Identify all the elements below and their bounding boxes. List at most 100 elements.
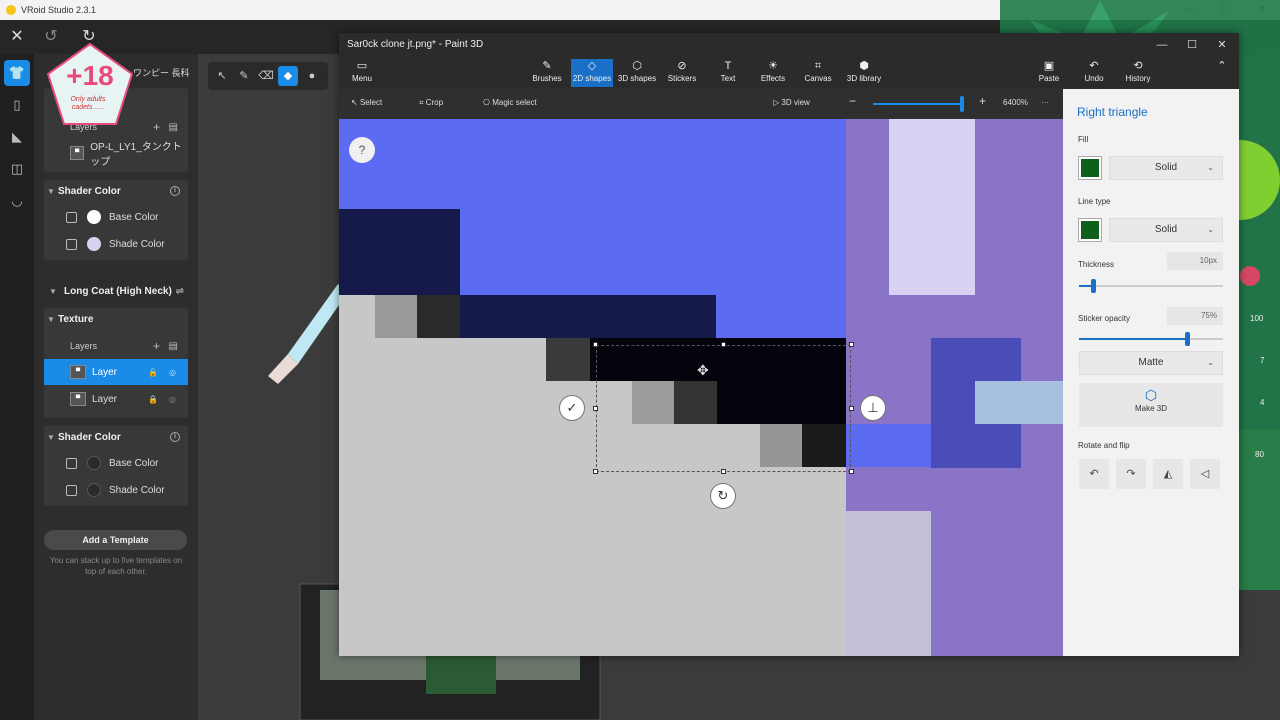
flip-horizontal-icon[interactable]: ◁ xyxy=(1190,459,1220,489)
thickness-input[interactable]: 10px xyxy=(1167,252,1223,270)
fill-dropdown[interactable]: Solid ⌄ xyxy=(1109,156,1223,180)
make-3d-button[interactable]: ⬡ Make 3D xyxy=(1079,383,1223,427)
base-color-checkbox[interactable] xyxy=(66,211,77,223)
add-layer-icon[interactable]: + xyxy=(153,339,160,353)
resize-handle[interactable] xyxy=(593,469,598,474)
maximize-icon[interactable]: ☐ xyxy=(1177,33,1207,57)
visibility-icon[interactable]: ◎ xyxy=(169,368,176,377)
3d-view-toggle[interactable]: ▷ 3D view xyxy=(773,98,810,107)
fill-tool-icon[interactable]: ◆ xyxy=(278,66,298,86)
resize-handle[interactable] xyxy=(849,406,854,411)
resize-handle[interactable] xyxy=(721,469,726,474)
effects-button[interactable]: ☀ Effects xyxy=(759,59,787,87)
shader-color-header[interactable]: ▼ Shader Color i xyxy=(44,426,188,448)
zoom-out-icon[interactable]: − xyxy=(849,94,856,108)
base-color-label: Base Color xyxy=(109,457,159,469)
thickness-slider[interactable] xyxy=(1079,285,1223,287)
base-color-row[interactable]: Base Color xyxy=(44,452,188,474)
minimize-icon[interactable]: — xyxy=(1147,33,1177,57)
more-options-icon[interactable]: ··· xyxy=(1041,98,1049,107)
shoes-tab-icon[interactable]: ◣ xyxy=(4,124,30,150)
thickness-slider-thumb[interactable] xyxy=(1091,279,1096,293)
layer-row[interactable]: ▀ Layer 🔒 ◎ xyxy=(44,386,188,412)
info-icon[interactable]: i xyxy=(170,432,180,442)
rotate-right-icon[interactable]: ↷ xyxy=(1116,459,1146,489)
add-template-button[interactable]: Add a Template xyxy=(44,530,187,550)
magic-select-tool[interactable]: ⎔ Magic select xyxy=(483,98,537,107)
close-icon[interactable]: ✕ xyxy=(6,26,28,48)
texture-header[interactable]: ▼ Texture xyxy=(44,308,188,330)
paste-button[interactable]: ▣ Paste xyxy=(1037,59,1061,87)
resize-handle[interactable] xyxy=(721,342,726,347)
bag-tab-icon[interactable]: ◫ xyxy=(4,156,30,182)
3d-shapes-button[interactable]: ⬡ 3D shapes xyxy=(617,59,657,87)
info-icon[interactable]: i xyxy=(170,186,180,196)
paint-canvas[interactable]: ? ✥ ✓ ⊥ ↻ xyxy=(339,119,1063,656)
sticker-opacity-input[interactable]: 75% xyxy=(1167,307,1223,325)
dropper-tool-icon[interactable]: ● xyxy=(302,66,322,86)
confirm-checkmark-icon[interactable]: ✓ xyxy=(559,395,585,421)
eraser-tool-icon[interactable]: ⌫ xyxy=(256,66,276,86)
rotate-left-icon[interactable]: ↶ xyxy=(1079,459,1109,489)
sticker-opacity-slider[interactable] xyxy=(1079,338,1223,340)
base-color-checkbox[interactable] xyxy=(66,457,77,469)
shade-color-row[interactable]: Shade Color xyxy=(44,233,188,255)
shader-color-header[interactable]: ▼ Shader Color i xyxy=(44,180,188,202)
help-button[interactable]: ? xyxy=(349,137,375,163)
select-tool-icon[interactable]: ↖ xyxy=(212,66,232,86)
selection-box[interactable] xyxy=(596,345,851,472)
menu-button[interactable]: ▭ Menu xyxy=(347,59,377,87)
collapse-ribbon-button[interactable]: ⌃ xyxy=(1215,59,1229,87)
fill-color-swatch[interactable] xyxy=(1078,156,1102,180)
resize-handle[interactable] xyxy=(849,342,854,347)
sticker-opacity-slider-thumb[interactable] xyxy=(1185,332,1190,346)
brushes-button[interactable]: ✎ Brushes xyxy=(529,59,565,87)
layer-thumbnail: ▀ xyxy=(70,146,85,160)
canvas-button[interactable]: ⌗ Canvas xyxy=(803,59,833,87)
shade-color-row[interactable]: Shade Color xyxy=(44,479,188,501)
shade-color-checkbox[interactable] xyxy=(66,238,77,250)
2d-shapes-button[interactable]: ◇ 2D shapes xyxy=(571,59,613,87)
long-coat-header[interactable]: ▼ Long Coat (High Neck) ⇌ xyxy=(44,278,188,304)
add-layer-icon[interactable]: + xyxy=(153,120,160,134)
stickers-button[interactable]: ⊘ Stickers xyxy=(665,59,699,87)
stamp-icon[interactable]: ⊥ xyxy=(860,395,886,421)
accessory-tab-icon[interactable]: ◡ xyxy=(4,188,30,214)
3d-library-button[interactable]: ⬢ 3D library xyxy=(845,59,883,87)
shade-color-swatch[interactable] xyxy=(87,237,101,251)
text-button[interactable]: T Text xyxy=(715,59,741,87)
flip-vertical-icon[interactable]: ◭ xyxy=(1153,459,1183,489)
visibility-icon[interactable]: ◎ xyxy=(169,395,176,404)
layer-row[interactable]: ▀ OP-L_LY1_タンクトップ xyxy=(44,140,188,168)
shade-color-swatch[interactable] xyxy=(87,483,101,497)
lock-icon[interactable]: 🔒 xyxy=(148,395,158,404)
line-color-swatch[interactable] xyxy=(1078,218,1102,242)
adjust-icon[interactable]: ⇌ xyxy=(176,286,184,297)
rotate-handle-icon[interactable]: ↻ xyxy=(710,483,736,509)
zoom-slider-thumb[interactable] xyxy=(960,96,964,112)
zoom-in-icon[interactable]: + xyxy=(979,94,986,108)
outfit-tab-icon[interactable]: 👕 xyxy=(4,60,30,86)
lock-icon[interactable]: 🔒 xyxy=(148,368,158,377)
history-button[interactable]: ⟲ History xyxy=(1123,59,1153,87)
layer-stack-icon[interactable]: ▤ xyxy=(169,341,178,352)
shade-color-checkbox[interactable] xyxy=(66,484,77,496)
undo-button[interactable]: ↶ Undo xyxy=(1082,59,1106,87)
crop-tool[interactable]: ⌗ Crop xyxy=(419,98,443,108)
resize-handle[interactable] xyxy=(593,406,598,411)
close-window-icon[interactable]: ✕ xyxy=(1207,33,1237,57)
pen-tool-icon[interactable]: ✎ xyxy=(234,66,254,86)
line-type-dropdown[interactable]: Solid ⌄ xyxy=(1109,218,1223,242)
resize-handle[interactable] xyxy=(849,469,854,474)
base-color-swatch[interactable] xyxy=(87,210,101,224)
base-color-swatch[interactable] xyxy=(87,456,101,470)
finish-dropdown[interactable]: Matte ⌄ xyxy=(1079,351,1223,375)
layer-row-selected[interactable]: ▀ Layer 🔒 ◎ xyxy=(44,359,188,385)
select-tool[interactable]: ↖ Select xyxy=(351,98,382,107)
bottoms-tab-icon[interactable]: ▯ xyxy=(4,92,30,118)
zoom-slider[interactable] xyxy=(873,103,963,105)
base-color-row[interactable]: Base Color xyxy=(44,206,188,228)
layer-stack-icon[interactable]: ▤ xyxy=(169,122,178,133)
sticker-opacity-slider-fill xyxy=(1079,338,1187,340)
resize-handle[interactable] xyxy=(593,342,598,347)
